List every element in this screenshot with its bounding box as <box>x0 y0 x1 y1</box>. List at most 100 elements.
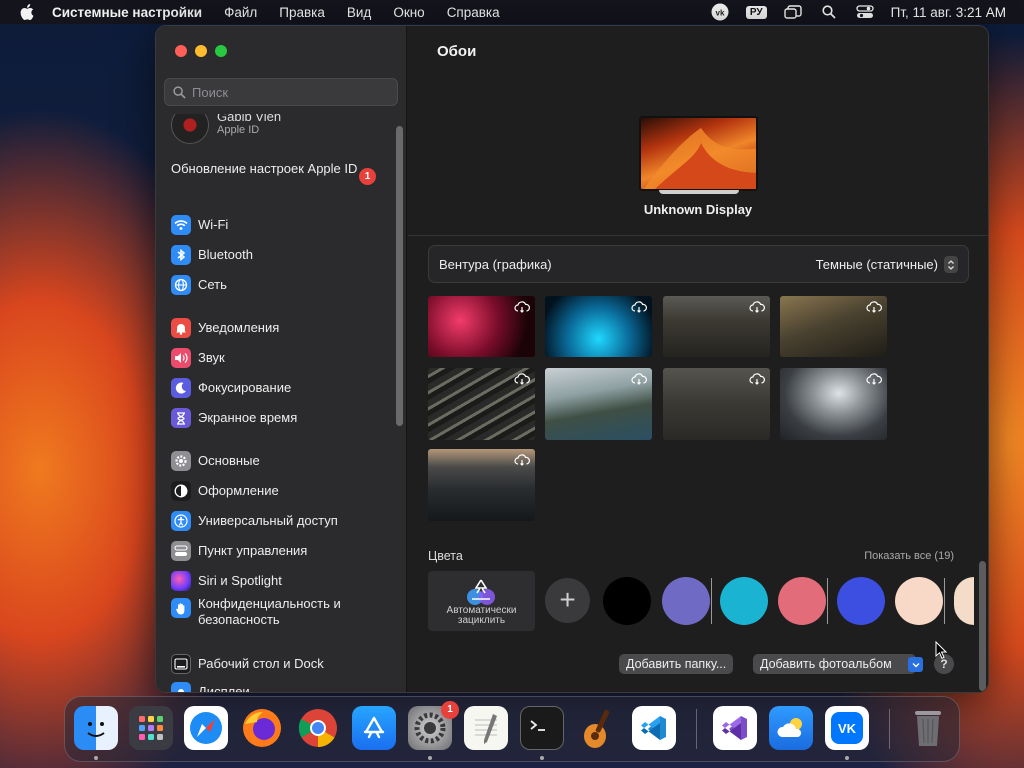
input-language-badge[interactable]: РУ <box>745 5 767 19</box>
sidebar-item-focus[interactable]: Фокусирование <box>171 376 291 400</box>
running-indicator <box>845 756 849 760</box>
sidebar-item-siri-spotlight[interactable]: Siri и Spotlight <box>171 569 282 593</box>
sidebar-item-general[interactable]: Основные <box>171 449 260 473</box>
color-swatch-purple[interactable] <box>662 577 710 625</box>
add-color-button[interactable]: + <box>545 578 590 623</box>
apple-id-account[interactable]: Gabib Vien Apple ID <box>171 114 281 144</box>
menu-file[interactable]: Файл <box>224 5 257 20</box>
sidebar-item-sound[interactable]: Звук <box>171 346 225 370</box>
vk-status-icon[interactable]: vk <box>710 3 730 21</box>
search-field[interactable] <box>164 78 398 106</box>
wallpaper-thumbnail[interactable] <box>428 368 535 440</box>
dock-vscode[interactable] <box>632 706 676 750</box>
cloud-download-icon <box>514 373 530 385</box>
color-swatch-black[interactable] <box>603 577 651 625</box>
sidebar-item-label: Основные <box>198 453 260 468</box>
color-swatch-cyan[interactable] <box>720 577 768 625</box>
wallpaper-thumbnail[interactable] <box>780 296 887 357</box>
menu-edit[interactable]: Правка <box>279 5 325 20</box>
add-photo-album-button[interactable]: Добавить фотоальбом <box>753 654 916 674</box>
dock-icon <box>171 654 191 674</box>
recycle-icon <box>467 579 495 605</box>
sidebar-item-apple-id-update[interactable]: Обновление настроек Apple ID <box>171 161 391 177</box>
sidebar-item-screen-time[interactable]: Экранное время <box>171 406 297 430</box>
dock-firefox[interactable] <box>240 706 284 750</box>
weather-icon <box>777 718 802 737</box>
speaker-icon <box>171 348 191 368</box>
dock-visual-studio[interactable] <box>713 706 757 750</box>
dock-terminal[interactable] <box>520 706 564 750</box>
color-swatch-pink[interactable] <box>778 577 826 625</box>
wallpaper-thumbnail[interactable] <box>663 368 770 440</box>
wallpaper-thumbnail[interactable] <box>545 368 652 440</box>
sidebar-item-privacy-security[interactable]: Конфиденциальность и безопасность <box>171 596 368 632</box>
minimize-window-button[interactable] <box>195 45 207 57</box>
wallpaper-thumbnail[interactable] <box>545 296 652 357</box>
update-count-badge: 1 <box>359 168 376 185</box>
siri-icon <box>171 571 191 591</box>
sidebar-item-desktop-dock[interactable]: Рабочий стол и Dock <box>171 652 324 676</box>
zoom-window-button[interactable] <box>215 45 227 57</box>
sidebar-item-displays[interactable]: Дисплеи <box>171 680 250 692</box>
dock-safari[interactable] <box>184 706 228 750</box>
wallpaper-grid[interactable] <box>428 296 975 531</box>
control-center-icon[interactable] <box>855 4 875 20</box>
sidebar-item-wifi[interactable]: Wi-Fi <box>171 213 228 237</box>
dock-launchpad[interactable] <box>129 706 173 750</box>
menu-window[interactable]: Окно <box>393 5 424 20</box>
show-all-colors-link[interactable]: Показать все (19) <box>864 550 954 562</box>
dock-trash[interactable] <box>906 706 950 750</box>
sidebar-scrollbar[interactable] <box>396 126 403 426</box>
window-controls <box>175 45 227 57</box>
sidebar-item-label: Звук <box>198 350 225 365</box>
sidebar-item-network[interactable]: Сеть <box>171 273 227 297</box>
sidebar-item-control-center[interactable]: Пункт управления <box>171 539 307 563</box>
wallpaper-mode-stepper-icon[interactable] <box>944 256 958 273</box>
wallpaper-thumbnail[interactable] <box>663 296 770 357</box>
sidebar-scroll-area[interactable]: Gabib Vien Apple ID Обновление настроек … <box>156 114 407 692</box>
sidebar-item-notifications[interactable]: Уведомления <box>171 316 279 340</box>
cloud-download-icon <box>749 301 765 313</box>
swatch-separator <box>827 578 828 624</box>
bluetooth-icon <box>171 245 191 265</box>
dock-weather[interactable] <box>769 706 813 750</box>
sidebar-item-appearance[interactable]: Оформление <box>171 479 279 503</box>
sidebar-item-bluetooth[interactable]: Bluetooth <box>171 243 253 267</box>
main-scrollbar[interactable] <box>979 561 986 691</box>
wallpaper-thumbnail[interactable] <box>428 296 535 357</box>
dock-chrome[interactable] <box>296 706 340 750</box>
color-swatch-peach[interactable] <box>895 577 943 625</box>
apple-logo-icon[interactable] <box>20 4 34 20</box>
wallpaper-thumbnail[interactable] <box>780 368 887 440</box>
chevron-down-icon[interactable] <box>908 657 923 672</box>
bell-icon <box>171 318 191 338</box>
dock-garageband[interactable] <box>576 706 620 750</box>
menu-clock[interactable]: Пт, 11 авг. 3:21 AM <box>891 5 1006 20</box>
cloud-download-icon <box>631 373 647 385</box>
menu-view[interactable]: Вид <box>347 5 371 20</box>
stage-manager-icon[interactable] <box>783 4 803 20</box>
color-swatch-blue[interactable] <box>837 577 885 625</box>
dock-app-store[interactable] <box>352 706 396 750</box>
menu-app-name[interactable]: Системные настройки <box>52 5 202 20</box>
search-input[interactable] <box>192 84 382 100</box>
close-window-button[interactable] <box>175 45 187 57</box>
sidebar-item-accessibility[interactable]: Универсальный доступ <box>171 509 338 533</box>
spotlight-search-icon[interactable] <box>819 4 839 20</box>
wallpaper-name: Вентура (графика) <box>439 257 552 272</box>
display-icon <box>171 682 191 692</box>
wallpaper-thumbnail[interactable] <box>428 449 535 521</box>
dock-finder[interactable] <box>74 706 118 750</box>
color-swatch-cream-partial[interactable] <box>954 577 974 625</box>
add-folder-button[interactable]: Добавить папку... <box>619 654 734 674</box>
sidebar-item-label: Пункт управления <box>198 543 308 558</box>
moon-icon <box>171 378 191 398</box>
dock-textedit[interactable] <box>464 706 508 750</box>
dock-vk[interactable]: VK <box>825 706 869 750</box>
wallpaper-selector[interactable]: Вентура (графика) Темные (статичные) <box>428 245 969 283</box>
auto-rotate-tile[interactable]: Автоматически зациклить <box>428 571 535 631</box>
accessibility-icon <box>171 511 191 531</box>
menu-help[interactable]: Справка <box>447 5 500 20</box>
wallpaper-mode-value[interactable]: Темные (статичные) <box>816 257 938 272</box>
sidebar-item-label: Оформление <box>198 483 279 498</box>
